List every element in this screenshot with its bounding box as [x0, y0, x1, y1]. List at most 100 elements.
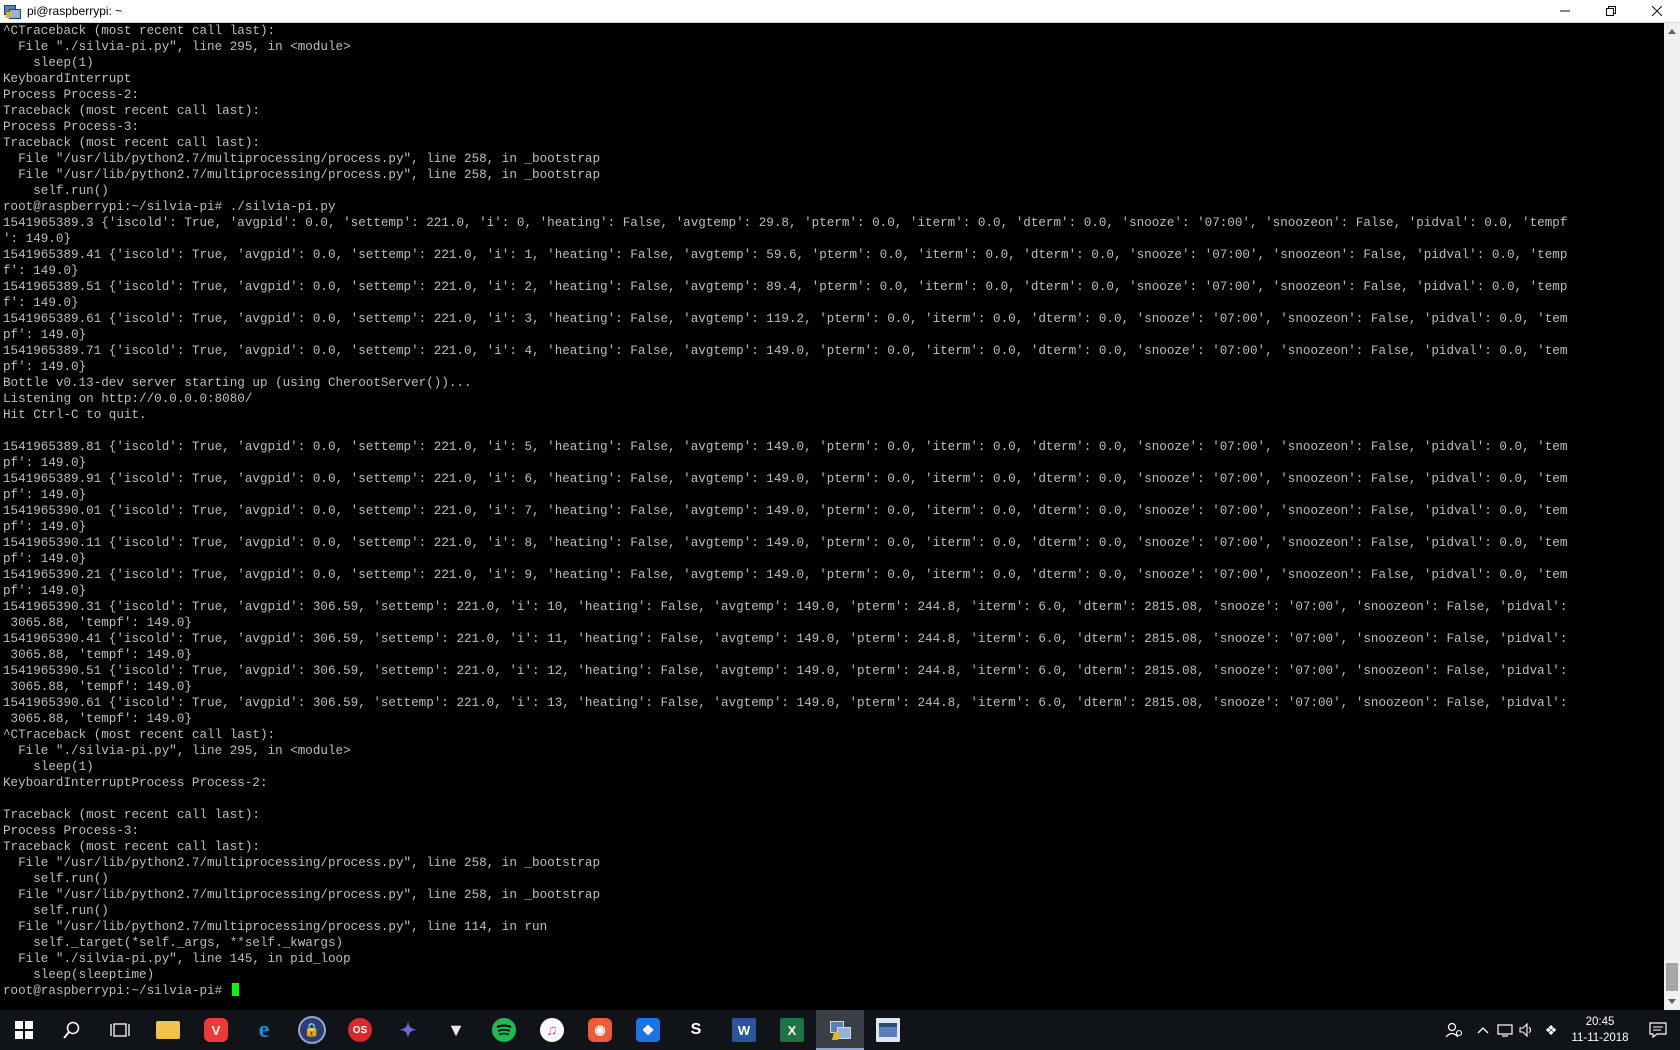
terminal-line: self._target(*self._args, **self._kwargs… — [3, 936, 344, 950]
lock-icon: 🔒 — [298, 1016, 326, 1044]
chevron-up-icon — [1477, 1027, 1489, 1034]
s-icon: S — [690, 1021, 702, 1038]
speaker-icon — [1519, 1023, 1532, 1037]
close-button[interactable] — [1634, 0, 1680, 22]
app-camera-button[interactable]: ◉ — [576, 1010, 624, 1050]
chevron-up-icon — [1668, 29, 1676, 34]
terminal-line: Process Process-2: — [3, 88, 140, 102]
terminal-line: pf': 149.0} — [3, 552, 87, 566]
excel-icon: X — [780, 1018, 804, 1042]
window-titlebar[interactable]: pi@raspberrypi: ~ — [0, 0, 1680, 23]
people-icon — [1445, 1022, 1463, 1038]
network-button[interactable] — [1494, 1010, 1516, 1050]
app-window-button[interactable] — [864, 1010, 912, 1050]
terminal-line: File "./silvia-pi.py", line 295, in <mod… — [3, 744, 351, 758]
vpn-button[interactable]: 🔒 — [288, 1010, 336, 1050]
terminal-prompt: root@raspberrypi:~/silvia-pi# — [3, 984, 230, 998]
terminal-line: 1541965389.91 {'iscold': True, 'avgpid':… — [3, 472, 1568, 486]
dropbox-icon: ❖ — [636, 1018, 660, 1042]
system-tray: ❖ 20:45 11-11-2018 — [1436, 1010, 1680, 1050]
clock-time: 20:45 — [1585, 1016, 1615, 1028]
word-button[interactable]: W — [720, 1010, 768, 1050]
terminal-line: self.run() — [3, 872, 109, 886]
spotify-icon — [492, 1018, 516, 1042]
terminal-line: 1541965390.41 {'iscold': True, 'avgpid':… — [3, 632, 1568, 646]
minimize-button[interactable] — [1542, 0, 1588, 22]
window-controls — [1542, 0, 1680, 22]
spotify-button[interactable] — [480, 1010, 528, 1050]
search-icon — [63, 1021, 80, 1039]
app-os-button[interactable]: OS — [336, 1010, 384, 1050]
clock[interactable]: 20:45 11-11-2018 — [1564, 1010, 1636, 1050]
search-button[interactable] — [48, 1010, 96, 1050]
dropbox-tray-button[interactable]: ❖ — [1538, 1010, 1564, 1050]
terminal-line: Bottle v0.13-dev server starting up (usi… — [3, 376, 472, 390]
vivaldi-button[interactable]: V — [192, 1010, 240, 1050]
task-view-button[interactable] — [96, 1010, 144, 1050]
music-note-icon: ♫ — [540, 1018, 564, 1042]
clock-date: 11-11-2018 — [1571, 1032, 1629, 1044]
itunes-button[interactable]: ♫ — [528, 1010, 576, 1050]
terminal-line: 1541965390.31 {'iscold': True, 'avgpid':… — [3, 600, 1568, 614]
edge-icon: e — [258, 1016, 270, 1043]
terminal-line: pf': 149.0} — [3, 488, 87, 502]
terminal-line: 1541965390.01 {'iscold': True, 'avgpid':… — [3, 504, 1568, 518]
terminal-line: 1541965390.51 {'iscold': True, 'avgpid':… — [3, 664, 1568, 678]
volume-button[interactable] — [1516, 1010, 1538, 1050]
terminal-line: pf': 149.0} — [3, 328, 87, 342]
terminal-line: pf': 149.0} — [3, 584, 87, 598]
terminal-line: 1541965389.81 {'iscold': True, 'avgpid':… — [3, 440, 1568, 454]
restore-button[interactable] — [1588, 0, 1634, 22]
fox-icon: ▼ — [447, 1019, 465, 1040]
people-button[interactable] — [1436, 1010, 1472, 1050]
restore-icon — [1606, 6, 1616, 16]
app-bird-button[interactable]: ✦ — [384, 1010, 432, 1050]
dropbox-tray-icon: ❖ — [1544, 1021, 1558, 1038]
scroll-down-button[interactable] — [1664, 993, 1680, 1010]
show-hidden-icons-button[interactable] — [1472, 1010, 1494, 1050]
putty-icon — [828, 1018, 852, 1042]
putty-button[interactable] — [816, 1010, 864, 1050]
edge-button[interactable]: e — [240, 1010, 288, 1050]
terminal-text: ^CTraceback (most recent call last): Fil… — [0, 23, 1664, 999]
terminal-line: File "/usr/lib/python2.7/multiprocessing… — [3, 920, 548, 934]
window-title: pi@raspberrypi: ~ — [27, 4, 123, 18]
terminal-line: sleep(sleeptime) — [3, 968, 155, 982]
terminal-line: f': 149.0} — [3, 296, 79, 310]
terminal-line: Process Process-3: — [3, 120, 140, 134]
minimize-icon — [1560, 10, 1570, 12]
close-icon — [1652, 6, 1662, 16]
dropbox-button[interactable]: ❖ — [624, 1010, 672, 1050]
terminal-line: Listening on http://0.0.0.0:8080/ — [3, 392, 253, 406]
folder-icon — [156, 1021, 180, 1039]
action-center-button[interactable] — [1636, 1010, 1680, 1050]
terminal-line: 1541965390.21 {'iscold': True, 'avgpid':… — [3, 568, 1568, 582]
terminal-line: 3065.88, 'tempf': 149.0} — [3, 712, 192, 726]
terminal-line: ^CTraceback (most recent call last): — [3, 728, 276, 742]
terminal-line: Traceback (most recent call last): — [3, 104, 260, 118]
terminal-prompt-line[interactable]: root@raspberrypi:~/silvia-pi# — [3, 983, 1664, 999]
terminal-line: File "/usr/lib/python2.7/multiprocessing… — [3, 168, 601, 182]
terminal-line: f': 149.0} — [3, 264, 79, 278]
word-icon: W — [732, 1018, 756, 1042]
scroll-up-button[interactable] — [1664, 23, 1680, 40]
file-explorer-button[interactable] — [144, 1010, 192, 1050]
app-fox-button[interactable]: ▼ — [432, 1010, 480, 1050]
excel-button[interactable]: X — [768, 1010, 816, 1050]
scrollbar-thumb[interactable] — [1666, 963, 1678, 991]
terminal-line: pf': 149.0} — [3, 520, 87, 534]
terminal-output[interactable]: ^CTraceback (most recent call last): Fil… — [0, 23, 1664, 1010]
terminal-line: 1541965389.71 {'iscold': True, 'avgpid':… — [3, 344, 1568, 358]
terminal-line: pf': 149.0} — [3, 360, 87, 374]
os-icon: OS — [348, 1018, 372, 1042]
network-icon — [1497, 1024, 1513, 1037]
terminal-line: sleep(1) — [3, 760, 94, 774]
terminal-scrollbar[interactable] — [1664, 23, 1680, 1010]
terminal-line: 1541965390.11 {'iscold': True, 'avgpid':… — [3, 536, 1568, 550]
terminal-line: 3065.88, 'tempf': 149.0} — [3, 680, 192, 694]
app-s-button[interactable]: S — [672, 1010, 720, 1050]
start-button[interactable] — [0, 1010, 48, 1050]
task-view-icon — [110, 1023, 130, 1037]
terminal-line: Traceback (most recent call last): — [3, 808, 260, 822]
